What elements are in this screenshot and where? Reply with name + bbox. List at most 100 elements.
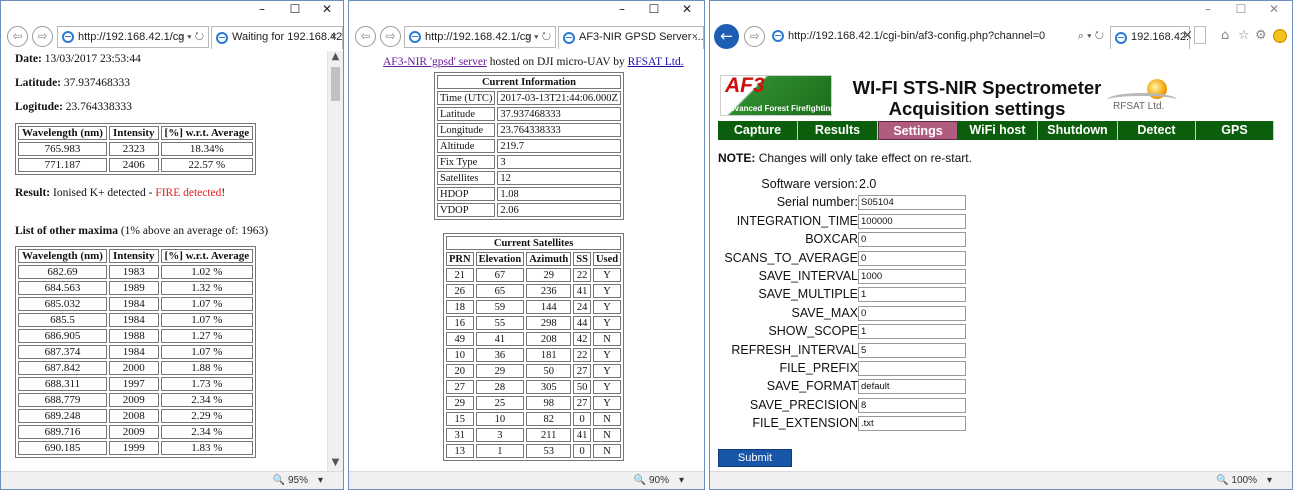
table-row: Time (UTC) 2017-03-13T21:44:06.000Z	[437, 91, 621, 105]
back-icon[interactable]: ⇦	[355, 26, 376, 47]
close-icon[interactable]: ✕	[312, 2, 342, 20]
info-value: 2.06	[497, 203, 621, 217]
menu-item-wifi-host[interactable]: WiFi host	[958, 121, 1038, 140]
form-row: Serial number: S05104	[718, 194, 1278, 212]
table-cell: Y	[592, 348, 622, 362]
status-bar: 🔍 90% ▾	[349, 471, 704, 489]
current-satellites-table: Current Satellites PRN Elevation Azimuth…	[443, 233, 625, 461]
table-cell: 1.32 %	[160, 281, 254, 295]
forward-icon[interactable]: ⇨	[32, 26, 53, 47]
address-tools[interactable]: ⌕ ▾ ↻	[1078, 26, 1104, 46]
table-cell: 2.34 %	[160, 425, 254, 439]
table-cell: 2000	[108, 361, 159, 375]
field-input[interactable]: 0	[858, 250, 966, 266]
menu-item-capture[interactable]: Capture	[718, 121, 798, 140]
field-input[interactable]: 1	[858, 287, 966, 303]
field-input[interactable]: 100000	[858, 213, 966, 229]
tab-close-icon[interactable]: ×	[1182, 28, 1193, 43]
form-row: SAVE_PRECISION 8	[718, 397, 1278, 415]
field-label: FILE_PREFIX	[779, 360, 859, 375]
table-cell: 298	[526, 316, 572, 330]
back-icon[interactable]: ←	[714, 24, 739, 49]
navigation-bar: ← ⇨ http://192.168.42.1/cgi-bin/af3-conf…	[710, 23, 1292, 51]
field-input[interactable]: default	[858, 379, 966, 395]
maximize-icon[interactable]: ☐	[280, 2, 310, 20]
minimize-icon[interactable]: –	[607, 2, 637, 20]
table-row: 27 28 305 50 Y	[446, 380, 622, 394]
field-input[interactable]: .txt	[858, 416, 966, 432]
vertical-scrollbar[interactable]: ▲ ▼	[327, 51, 343, 471]
menu-item-results[interactable]: Results	[798, 121, 878, 140]
form-row: SAVE_MAX 0	[718, 305, 1278, 323]
table-row: 687.842 2000 1.88 %	[18, 361, 254, 375]
zoom-control[interactable]: 🔍 95% ▾	[273, 475, 323, 486]
maximize-icon[interactable]: ☐	[639, 2, 669, 20]
back-icon[interactable]: ⇦	[7, 26, 28, 47]
forward-icon[interactable]: ⇨	[380, 26, 401, 47]
table-cell: 1989	[108, 281, 159, 295]
gpsd-server-link[interactable]: AF3-NIR 'gpsd' server	[383, 56, 487, 68]
submit-button[interactable]: Submit	[718, 449, 792, 467]
scroll-up-icon[interactable]: ▲	[328, 51, 343, 65]
tab-config[interactable]: 192.168.42.1	[1110, 26, 1190, 49]
field-input[interactable]: 5	[858, 342, 966, 358]
minimize-icon[interactable]: –	[1193, 2, 1223, 20]
menu-item-detect[interactable]: Detect	[1118, 121, 1196, 140]
field-input[interactable]	[858, 360, 966, 376]
zoom-control[interactable]: 🔍 100% ▾	[1216, 475, 1272, 486]
address-text: http://192.168.42.1/cg	[425, 31, 532, 43]
star-icon[interactable]: ☆	[1238, 28, 1250, 43]
field-input[interactable]: 8	[858, 397, 966, 413]
table-cell: 26	[446, 284, 474, 298]
scroll-thumb[interactable]	[331, 67, 340, 101]
ie-tab-icon	[563, 32, 575, 44]
address-bar[interactable]: http://192.168.42.1/cgi-bin/af3-config.p…	[768, 26, 1108, 48]
address-bar[interactable]: http://192.168.42.1/cg ⌕ ▾ ↻	[404, 26, 556, 48]
search-icon: ⌕	[524, 31, 531, 43]
zoom-control[interactable]: 🔍 90% ▾	[634, 475, 684, 486]
menu-item-gps[interactable]: GPS	[1196, 121, 1274, 140]
table-cell: 41	[475, 332, 525, 346]
af3-logo: AF3 Advanced Forest Firefighting	[720, 74, 835, 116]
table-cell: 1.73 %	[160, 377, 254, 391]
address-tools[interactable]: ⌕ ▾ ↻	[525, 27, 551, 47]
tab-close-icon[interactable]: ×	[331, 27, 337, 48]
tab-close-icon[interactable]: ×	[692, 27, 698, 48]
tab-waiting[interactable]: Waiting for 192.168.42.1 ×	[211, 26, 343, 49]
browser-window-gpsd: – ☐ ✕ ⇦ ⇨ http://192.168.42.1/cg ⌕ ▾ ↻ A…	[348, 0, 705, 490]
table-cell: 1988	[108, 329, 159, 343]
maximize-icon[interactable]: ☐	[1226, 2, 1256, 20]
menu-item-settings[interactable]: Settings	[878, 121, 958, 140]
forward-icon[interactable]: ⇨	[744, 26, 765, 47]
new-tab-button[interactable]	[1194, 26, 1206, 44]
field-input[interactable]: 0	[858, 232, 966, 248]
rfsat-link[interactable]: RFSAT Ltd.	[628, 56, 684, 68]
smiley-icon[interactable]	[1273, 29, 1287, 45]
minimize-icon[interactable]: –	[247, 2, 277, 20]
table-row: 688.311 1997 1.73 %	[18, 377, 254, 391]
table-title: Current Information	[437, 75, 621, 89]
close-icon[interactable]: ✕	[672, 2, 702, 20]
table-cell: 208	[526, 332, 572, 346]
home-icon[interactable]: ⌂	[1221, 28, 1229, 43]
table-cell: 20	[446, 364, 474, 378]
field-input[interactable]: S05104	[858, 195, 966, 211]
address-bar[interactable]: http://192.168.42.1/cg ⌕ ▾ ↻	[57, 26, 209, 48]
column-header: Azimuth	[526, 252, 572, 266]
field-input[interactable]: 1	[858, 324, 966, 340]
field-input[interactable]: 1000	[858, 268, 966, 284]
address-tools[interactable]: ⌕ ▾ ↻	[178, 27, 204, 47]
gear-icon[interactable]: ⚙	[1255, 28, 1267, 43]
field-input[interactable]: 0	[858, 305, 966, 321]
scroll-down-icon[interactable]: ▼	[328, 457, 343, 471]
table-cell: 1.88 %	[160, 361, 254, 375]
table-cell: 50	[573, 380, 591, 394]
menu-item-shutdown[interactable]: Shutdown	[1038, 121, 1118, 140]
table-cell: 22	[573, 348, 591, 362]
tab-gpsd-server[interactable]: AF3-NIR GPSD Server ... ×	[558, 26, 704, 49]
field-label: SAVE_MULTIPLE	[758, 287, 858, 302]
software-version-row: Software version: 2.0	[718, 176, 1278, 194]
table-cell: 1.27 %	[160, 329, 254, 343]
table-cell: 2406	[108, 158, 159, 172]
close-icon[interactable]: ✕	[1259, 2, 1289, 20]
